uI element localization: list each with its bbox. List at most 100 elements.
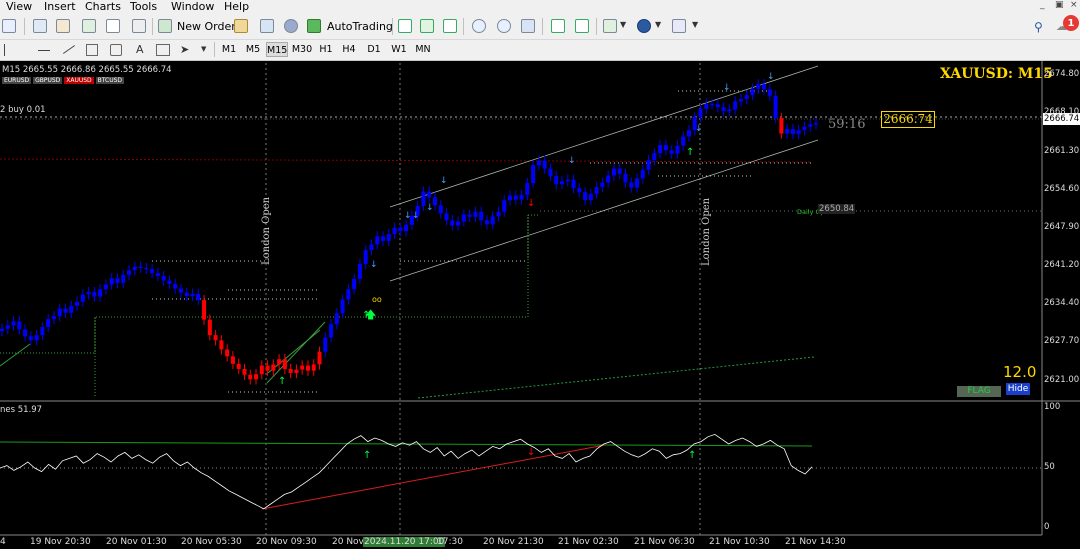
timeframe-w1[interactable]: W1 [390,42,408,57]
shapes-dropdown-icon[interactable]: ▼ [201,45,206,53]
tile-windows-icon[interactable] [521,19,535,33]
buy-signal-arrow: ↑ [362,310,370,321]
zoom-out-icon[interactable] [497,19,511,33]
candle-body [484,220,489,225]
text-tool-icon[interactable]: A [136,43,144,56]
timeframe-h4[interactable]: H4 [340,42,358,57]
vps-icon[interactable] [284,19,298,33]
candle-body [669,150,674,154]
new-order-button[interactable]: New Order [177,18,236,35]
timeframe-mn[interactable]: MN [413,42,433,57]
candle-body [80,294,85,302]
flag-button[interactable]: FLAG [957,386,1001,397]
candle-body [173,284,178,289]
horizontal-line-icon[interactable] [38,50,50,51]
candle-body [802,126,807,131]
templates-icon[interactable] [672,19,686,33]
menu-tools[interactable]: Tools [130,0,157,13]
search-icon[interactable]: ⚲ [1034,20,1043,34]
autotrading-button[interactable]: AutoTrading [327,18,393,35]
trendline-icon[interactable] [62,45,76,54]
candle-body [392,227,397,235]
market-watch-icon[interactable] [56,19,70,33]
timeframe-m1[interactable]: M1 [219,42,239,57]
indicators-icon[interactable] [603,19,617,33]
buy-signal-arrow: ↑ [688,450,696,461]
timeframe-h1[interactable]: H1 [317,42,335,57]
signals-icon[interactable] [234,19,248,33]
line-chart-icon[interactable] [443,19,457,33]
candle-body [51,316,56,320]
symbol-tab-xauusd[interactable]: XAUUSD [64,77,94,84]
menu-charts[interactable]: Charts [85,0,121,13]
buy-signal-arrow: ↑ [278,376,286,387]
bar-chart-icon[interactable] [398,19,412,33]
new-order-icon[interactable] [158,19,172,33]
candle-body [248,374,253,380]
candle-body [317,351,322,365]
candle-body [744,95,749,100]
timeframe-m30[interactable]: M30 [290,42,314,57]
candle-body [109,278,114,285]
candle-body [375,236,380,245]
profiles-icon[interactable] [33,19,47,33]
menu-window[interactable]: Window [171,0,214,13]
zoom-in-icon[interactable] [472,19,486,33]
menu-insert[interactable]: Insert [44,0,76,13]
order-label[interactable]: 2 buy 0.01 [0,105,46,115]
periods-dropdown-icon[interactable]: ▼ [655,20,661,29]
candle-body [254,374,259,380]
indicators-dropdown-icon[interactable]: ▼ [620,20,626,29]
candle-body [132,266,137,271]
metaeditor-icon[interactable] [260,19,274,33]
chart-info-line: M15 2665.55 2666.86 2665.55 2666.74 [2,65,172,75]
candle-body [508,195,513,201]
autoscroll-icon[interactable] [575,19,589,33]
templates-dropdown-icon[interactable]: ▼ [692,20,698,29]
candle-body [138,266,143,269]
candle-body [259,365,264,375]
navigator-icon[interactable] [82,19,96,33]
window-close-icon[interactable]: × [1070,0,1078,10]
timeframe-m15[interactable]: M15 [266,42,288,57]
candle-body [363,250,368,264]
terminal-icon[interactable] [132,19,146,33]
timeframe-m5[interactable]: M5 [243,42,263,57]
hide-button[interactable]: Hide [1006,383,1030,395]
candle-body [398,227,403,232]
candle-body [357,263,362,279]
time-label: 4 [0,537,6,547]
candle-body [329,324,334,338]
main-toolbar: New Order AutoTrading ▼ ▼ ▼ ⚲ ☁ 1 [0,14,1080,40]
window-restore-icon[interactable]: ▣ [1055,0,1064,10]
candle-body [150,269,155,274]
candle-body [652,153,657,161]
candlestick-icon[interactable] [420,19,434,33]
chart-shift-icon[interactable] [551,19,565,33]
trend-line-left [0,343,31,367]
candle-body [704,103,709,109]
symbol-tab-gbpusd[interactable]: GBPUSD [33,77,63,84]
price-chart[interactable]: 🡅 ↓↓ ↓↓↓↓↓↓↓↑↑↑↑ ↑↓↓ [0,61,1080,549]
data-window-icon[interactable] [106,19,120,33]
text-label-icon[interactable] [156,44,170,56]
menu-view[interactable]: View [6,0,32,13]
menu-help[interactable]: Help [224,0,249,13]
candle-body [92,292,97,297]
notification-badge[interactable]: 1 [1063,15,1079,31]
candle-body [767,89,772,96]
sell-signal-arrow-red: ↓ [527,447,535,458]
timeframe-d1[interactable]: D1 [365,42,383,57]
channel-icon[interactable] [86,44,98,56]
chart-window[interactable]: 🡅 ↓ ↓ ↓ ↓ ↓ ↓ ↓ ↓ ↓ ↑ ↑ ↑ ↑ ↑ ↓ ↓ M15 2665.55 2666.86 2… [0,61,1080,549]
cursor-icon[interactable] [4,44,15,56]
symbol-tab-eurusd[interactable]: EURUSD [2,77,32,84]
arrow-shapes-icon[interactable]: ➤ [180,43,189,56]
new-chart-icon[interactable] [2,19,16,33]
autotrading-icon[interactable] [307,19,321,33]
candle-body [34,335,39,341]
fibonacci-icon[interactable] [110,44,122,56]
symbol-tab-btcusd[interactable]: BTCUSD [95,77,125,84]
window-minimize-icon[interactable]: _ [1040,0,1045,10]
periods-icon[interactable] [637,19,651,33]
